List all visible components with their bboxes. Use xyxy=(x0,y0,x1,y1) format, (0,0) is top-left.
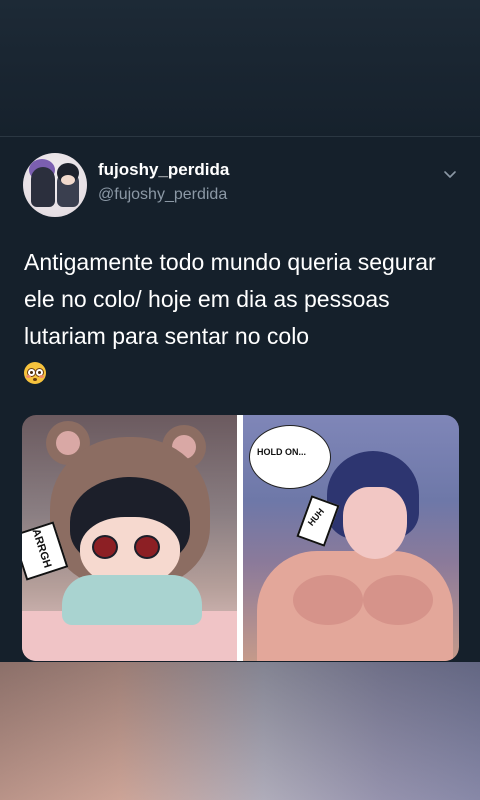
chevron-down-icon[interactable] xyxy=(442,166,458,182)
display-name[interactable]: fujoshy_perdida xyxy=(98,160,229,180)
user-handle[interactable]: @fujoshy_perdida xyxy=(98,186,227,204)
media-panel-left[interactable]: ARRGH xyxy=(22,415,237,661)
speech-bubble-text: HOLD ON... xyxy=(257,447,306,457)
media-panel-right[interactable]: HOLD ON... HUH xyxy=(243,415,459,661)
blurred-bottom-background xyxy=(0,662,480,800)
sound-effect-label: HUH xyxy=(296,495,340,547)
tweet-text: Antigamente todo mundo queria segurar el… xyxy=(24,244,464,392)
avatar[interactable] xyxy=(23,153,87,217)
flushed-face-icon xyxy=(24,362,46,384)
tweet-body: Antigamente todo mundo queria segurar el… xyxy=(24,249,436,349)
blurred-top-background xyxy=(0,0,480,137)
speech-bubble xyxy=(249,425,331,489)
tweet-card[interactable]: fujoshy_perdida @fujoshy_perdida Antigam… xyxy=(0,138,480,662)
tweet-media[interactable]: ARRGH HOLD ON... HUH xyxy=(22,415,459,661)
